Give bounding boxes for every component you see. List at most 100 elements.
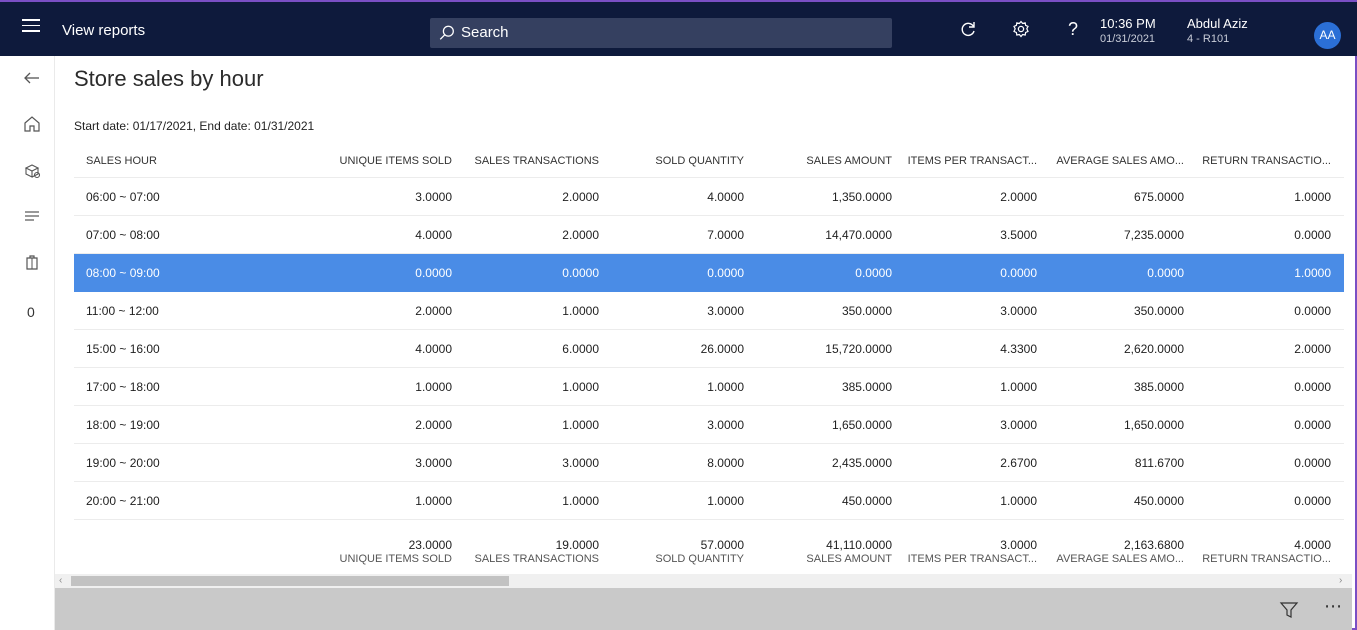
column-header[interactable]: SALES HOUR [86,145,286,177]
table-cell: 3.0000 [415,455,452,470]
sales-hour-cell: 20:00 ~ 21:00 [86,493,160,508]
app-title: View reports [62,22,146,39]
clock: 10:36 PM 01/31/2021 [1100,16,1156,45]
table-cell: 2.0000 [562,189,599,204]
table-cell: 0.0000 [707,265,744,280]
scroll-left-icon[interactable]: ‹ [59,574,62,588]
search-icon [439,25,454,40]
sales-hour-cell: 18:00 ~ 19:00 [86,417,160,432]
table-cell: 0.0000 [1000,265,1037,280]
table-cell: 350.0000 [1133,303,1184,318]
table-cell: 7.0000 [707,227,744,242]
table-row[interactable]: 18:00 ~ 19:00 2.0000 1.0000 3.0000 1,650.000… [74,406,1344,444]
table-cell: 2.0000 [415,303,452,318]
table-cell: 675.0000 [1133,189,1184,204]
table-cell: 3.0000 [707,303,744,318]
total-cell: 4.0000 RETURN TRANSACTIO... [1199,538,1331,572]
table-row[interactable]: 07:00 ~ 08:00 4.0000 2.0000 7.0000 14,470.00… [74,216,1344,254]
clock-time: 10:36 PM [1100,16,1156,31]
report-table: SALES HOUR UNIQUE ITEMS SOLD SALES TRANS… [74,145,1344,520]
user-name: Abdul Aziz [1187,16,1248,31]
total-value: 23.0000 [408,538,452,552]
column-header[interactable]: RETURN TRANSACTIO... [1199,145,1331,177]
table-cell: 4.0000 [707,189,744,204]
table-cell: 0.0000 [1294,303,1331,318]
horizontal-scrollbar[interactable]: ‹ › [55,574,1352,588]
table-cell: 0.0000 [1294,493,1331,508]
table-cell: 0.0000 [1294,417,1331,432]
table-row[interactable]: 11:00 ~ 12:00 2.0000 1.0000 3.0000 350.0000 3… [74,292,1344,330]
table-cell: 3.0000 [1000,417,1037,432]
total-value: 19.0000 [555,538,599,552]
top-bar: View reports Search ? 10:36 PM 01/31/202… [0,0,1357,56]
table-row[interactable]: 17:00 ~ 18:00 1.0000 1.0000 1.0000 385.0000 1… [74,368,1344,406]
sales-hour-cell: 11:00 ~ 12:00 [86,303,159,318]
gear-icon[interactable] [1011,19,1031,39]
table-cell: 4.3300 [1000,341,1037,356]
column-header[interactable]: SOLD QUANTITY [614,145,744,177]
total-value: 3.0000 [1000,538,1037,552]
store-register: 4 - R101 [1187,33,1230,45]
table-cell: 2.0000 [562,227,599,242]
table-row[interactable]: 15:00 ~ 16:00 4.0000 6.0000 26.0000 15,720.0… [74,330,1344,368]
page-title: Store sales by hour [74,66,264,91]
total-value: 41,110.0000 [826,538,892,552]
table-cell: 1.0000 [562,379,599,394]
table-cell: 0.0000 [855,265,892,280]
total-cell: 19.0000 SALES TRANSACTIONS [469,538,600,572]
sales-hour-cell: 15:00 ~ 16:00 [86,341,160,356]
table-cell: 811.6700 [1134,455,1184,470]
table-header-row: SALES HOUR UNIQUE ITEMS SOLD SALES TRANS… [74,145,1344,178]
list-icon[interactable] [22,206,42,226]
table-cell: 3.0000 [1000,303,1037,318]
table-cell: 3.0000 [707,417,744,432]
table-cell: 1.0000 [562,493,599,508]
cart-count: 0 [27,304,35,320]
sales-hour-cell: 08:00 ~ 09:00 [86,265,160,280]
table-cell: 2.0000 [1000,189,1037,204]
table-cell: 0.0000 [1294,227,1331,242]
table-cell: 0.0000 [562,265,599,280]
back-arrow-icon[interactable] [22,68,42,88]
column-header[interactable]: AVERAGE SALES AMO... [1044,145,1184,177]
shopping-bag-icon[interactable] [22,252,42,272]
table-cell: 7,235.0000 [1123,227,1184,242]
more-options-icon[interactable]: ⋯ [1324,596,1343,617]
column-header[interactable]: UNIQUE ITEMS SOLD [304,145,452,177]
table-row[interactable]: 08:00 ~ 09:00 0.0000 0.0000 0.0000 0.0000 0.0… [74,254,1344,292]
column-header[interactable]: SALES AMOUNT [754,145,892,177]
total-cell: 3.0000 ITEMS PER TRANSACT... [908,538,1037,572]
table-cell: 2.0000 [415,417,452,432]
scrollbar-thumb[interactable] [71,576,509,586]
sales-hour-cell: 19:00 ~ 20:00 [86,455,160,470]
table-cell: 1.0000 [562,303,599,318]
table-cell: 0.0000 [1294,455,1331,470]
table-cell: 2,435.0000 [831,455,892,470]
help-icon[interactable]: ? [1063,19,1083,39]
table-cell: 0.0000 [1147,265,1184,280]
table-cell: 1,350.0000 [831,189,892,204]
avatar[interactable]: AA [1314,22,1341,49]
total-value: 4.0000 [1294,538,1331,552]
column-header[interactable]: ITEMS PER TRANSACT... [908,145,1037,177]
hamburger-menu-icon[interactable] [22,19,40,35]
refresh-icon[interactable] [958,19,978,39]
total-label: SOLD QUANTITY [655,553,744,565]
total-label: SALES AMOUNT [806,553,892,565]
products-icon[interactable] [22,160,42,180]
table-cell: 0.0000 [1294,379,1331,394]
search-input[interactable]: Search [430,18,892,48]
table-row[interactable]: 20:00 ~ 21:00 1.0000 1.0000 1.0000 450.0000 1… [74,482,1344,520]
table-cell: 1.0000 [707,493,744,508]
total-cell: 57.0000 SOLD QUANTITY [614,538,744,572]
table-cell: 450.0000 [1133,493,1184,508]
home-icon[interactable] [22,114,42,134]
scroll-right-icon[interactable]: › [1339,574,1342,588]
filter-icon[interactable] [1279,600,1299,620]
table-cell: 0.0000 [415,265,452,280]
table-row[interactable]: 06:00 ~ 07:00 3.0000 2.0000 4.0000 1,350.000… [74,178,1344,216]
table-cell: 385.0000 [1133,379,1184,394]
table-cell: 385.0000 [841,379,892,394]
column-header[interactable]: SALES TRANSACTIONS [469,145,600,177]
table-row[interactable]: 19:00 ~ 20:00 3.0000 3.0000 8.0000 2,435.000… [74,444,1344,482]
